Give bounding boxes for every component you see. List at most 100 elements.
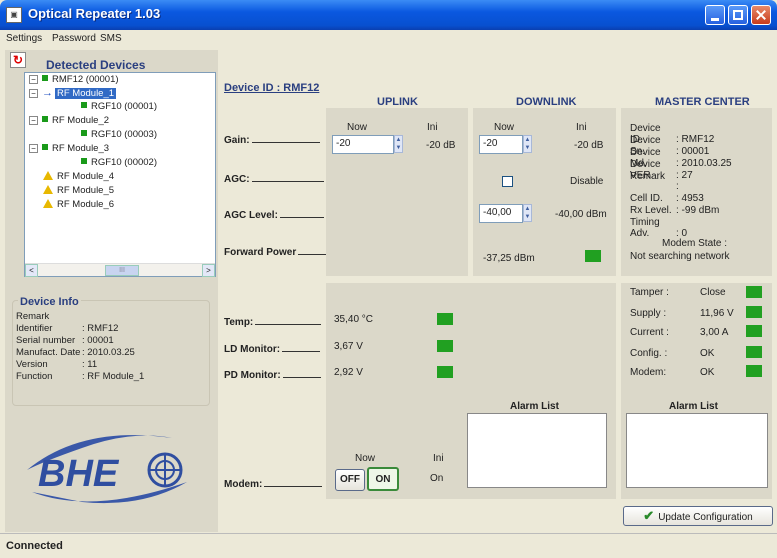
status-bar: Connected: [0, 533, 777, 558]
modem-label: Modem:: [224, 479, 323, 490]
menu-bar: Settings Password SMS: [0, 30, 777, 48]
arrow-right-icon: →: [42, 87, 53, 99]
refresh-icon[interactable]: ↻: [10, 52, 26, 68]
checkmark-icon: ✔: [643, 508, 655, 523]
tree-node-rgf10-00001[interactable]: RGF10 (00001): [81, 101, 157, 112]
device-info-row: Identifier: RMF12: [16, 323, 119, 334]
scroll-right-icon[interactable]: >: [202, 264, 215, 277]
status-icon: [42, 116, 48, 122]
config-led: [746, 346, 762, 358]
menu-settings[interactable]: Settings: [6, 33, 42, 44]
modem-status-led: [746, 365, 762, 377]
bhe-logo: BHE: [27, 435, 187, 504]
tree-node-rf-module-2[interactable]: − RF Module_2: [29, 115, 109, 126]
alarm-list-box[interactable]: [467, 413, 607, 488]
modem-on-button[interactable]: ON: [367, 467, 399, 491]
master-row: :: [676, 181, 679, 192]
uplink-now-label: Now: [347, 122, 368, 133]
tree-node-rf-module-3[interactable]: − RF Module_3: [29, 143, 109, 154]
device-info-row: Version: 11: [16, 359, 98, 370]
downlink-now-label: Now: [494, 122, 515, 133]
tree-node-rf-module-5[interactable]: RF Module_5: [43, 185, 114, 196]
modem-off-button[interactable]: OFF: [335, 469, 365, 491]
tree-scrollbar[interactable]: < III >: [25, 263, 215, 277]
status-icon: [42, 144, 48, 150]
downlink-gain-input[interactable]: -20: [479, 135, 523, 154]
uplink-title: UPLINK: [377, 96, 418, 108]
ld-monitor-label: LD Monitor:: [224, 344, 321, 355]
device-tree[interactable]: − RMF12 (00001) − → RF Module_1 RGF10 (0000…: [24, 72, 216, 277]
collapse-icon[interactable]: −: [29, 75, 38, 84]
tree-node-rf-module-6[interactable]: RF Module_6: [43, 199, 114, 210]
master-row: Cell ID.: 4953: [630, 193, 704, 204]
tamper-row: Tamper : Close: [630, 287, 726, 298]
collapse-icon[interactable]: −: [29, 116, 38, 125]
app-icon: ▣: [6, 7, 22, 23]
pd-monitor-label: PD Monitor:: [224, 370, 321, 381]
modem-status-row: Modem: OK: [630, 367, 715, 378]
uplink-gain-stepper[interactable]: ▲ ▼: [394, 135, 414, 154]
scroll-thumb[interactable]: III: [105, 265, 139, 276]
spin-up-icon[interactable]: ▲ ▼: [523, 135, 532, 153]
agc-level-input[interactable]: -40,00: [479, 204, 523, 223]
modem-state-value: Not searching network: [630, 251, 730, 262]
modem-now-label: Now: [355, 453, 376, 464]
device-info-title: Device Info: [18, 296, 81, 308]
status-icon: [81, 158, 87, 164]
scroll-left-icon[interactable]: <: [25, 264, 38, 277]
tree-node-rf-module-4[interactable]: RF Module_4: [43, 171, 114, 182]
menu-sms[interactable]: SMS: [100, 33, 122, 44]
uplink-box: [326, 108, 468, 276]
connection-status: Connected: [6, 540, 63, 552]
status-icon: [42, 75, 48, 81]
logo-text: BHE: [38, 453, 120, 495]
close-button[interactable]: [751, 5, 771, 25]
downlink-title: DOWNLINK: [516, 96, 577, 108]
agc-disable-checkbox[interactable]: [502, 176, 513, 187]
menu-password[interactable]: Password: [52, 33, 96, 44]
downlink-ini-label: Ini: [576, 122, 587, 133]
collapse-icon[interactable]: −: [29, 144, 38, 153]
maximize-button[interactable]: [728, 5, 748, 25]
device-info-row: Serial number: 00001: [16, 335, 114, 346]
temp-led: [437, 313, 453, 325]
modem-ini-value: On: [430, 473, 444, 484]
master-alarm-list-box[interactable]: [626, 413, 768, 488]
downlink-gain-stepper[interactable]: ▲ ▼: [523, 135, 543, 154]
tree-node-rgf10-00003[interactable]: RGF10 (00003): [81, 129, 157, 140]
collapse-icon[interactable]: −: [29, 89, 38, 98]
ld-monitor-value: 3,67 V: [334, 341, 363, 352]
minimize-button[interactable]: [705, 5, 725, 25]
title-bar[interactable]: ▣ Optical Repeater 1.03: [0, 0, 777, 30]
modem-state-title: Modem State :: [662, 238, 728, 249]
supply-led: [746, 306, 762, 318]
status-icon: [81, 102, 87, 108]
config-row: Config. : OK: [630, 348, 715, 359]
downlink-gain-ini: -20 dB: [574, 140, 604, 151]
tamper-led: [746, 286, 762, 298]
device-id-title: Device ID : RMF12: [224, 82, 320, 94]
agc-disable-label: Disable: [570, 176, 604, 187]
tree-node-rf-module-1[interactable]: − → RF Module_1: [29, 87, 117, 99]
uplink-gain-input[interactable]: -20: [332, 135, 394, 154]
warning-icon: [43, 171, 53, 180]
modem-ini-label: Ini: [433, 453, 444, 464]
update-configuration-button[interactable]: ✔ Update Configuration: [623, 506, 773, 526]
device-info-row: Function: RF Module_1: [16, 371, 145, 382]
spin-up-icon[interactable]: ▲ ▼: [394, 135, 403, 153]
agc-level-stepper[interactable]: ▲ ▼: [523, 204, 543, 223]
uplink-gain-ini: -20 dB: [426, 140, 456, 151]
current-led: [746, 325, 762, 337]
temp-value: 35,40 °C: [334, 314, 374, 325]
agc-label: AGC:: [224, 174, 324, 185]
tree-node-rmf12[interactable]: − RMF12 (00001): [29, 74, 119, 85]
tree-node-rgf10-00002[interactable]: RGF10 (00002): [81, 157, 157, 168]
master-alarm-list-title: Alarm List: [669, 401, 718, 412]
uplink-ini-label: Ini: [427, 122, 438, 133]
spin-up-icon[interactable]: ▲ ▼: [523, 204, 532, 222]
master-row: Timing Adv.: 0: [630, 217, 688, 239]
pd-monitor-value: 2,92 V: [334, 367, 363, 378]
forward-power-led: [585, 250, 601, 262]
device-info-row: Manufact. Date: 2010.03.25: [16, 347, 135, 358]
master-row: Rx Level.: -99 dBm: [630, 205, 720, 216]
